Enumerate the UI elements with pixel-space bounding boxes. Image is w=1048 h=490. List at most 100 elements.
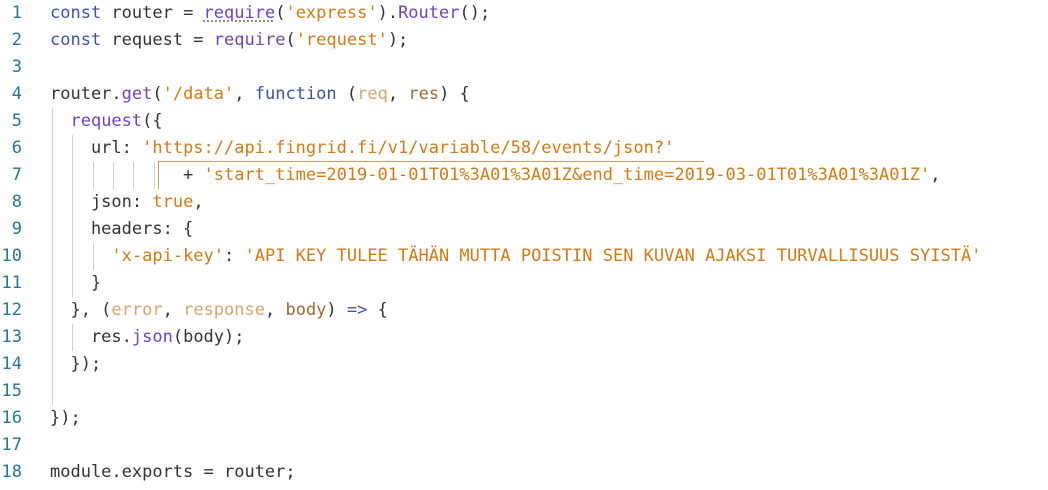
code-token: request =	[101, 30, 214, 50]
code-token: 'API KEY TULEE TÄHÄN MUTTA POISTIN SEN K…	[244, 246, 982, 266]
indent-guide	[113, 162, 114, 189]
code-token: });	[50, 408, 81, 428]
line-number: 14	[1, 354, 22, 374]
code-token: }, (	[50, 300, 112, 320]
code-text: });	[50, 351, 101, 378]
line-number: 7	[11, 165, 22, 185]
line-number: 1	[11, 3, 22, 23]
code-token: res.	[50, 327, 132, 347]
code-token: +	[50, 165, 204, 185]
code-token: (	[152, 84, 163, 104]
code-line[interactable]: 18 module.exports = router;	[0, 459, 1048, 486]
code-token: ,	[234, 84, 255, 104]
code-token: router =	[101, 3, 204, 23]
code-text: module.exports = router;	[50, 459, 296, 486]
line-number: 17	[1, 435, 22, 455]
code-line[interactable]: 5 request({	[0, 108, 1048, 135]
code-token: true	[152, 192, 194, 212]
indent-guide	[93, 243, 94, 270]
code-token: res	[408, 84, 440, 104]
code-line[interactable]: 4 router.get('/data', function (req, res)…	[0, 81, 1048, 108]
indent-guide	[154, 162, 155, 189]
code-line[interactable]: 16});	[0, 405, 1048, 432]
indent-guide	[52, 108, 53, 405]
code-token: ).	[377, 3, 399, 23]
code-line[interactable]: 3	[0, 54, 1048, 81]
code-token: const	[50, 30, 102, 50]
code-token: ) {	[439, 84, 470, 104]
highlight-box-top	[158, 161, 704, 162]
line-number: 9	[11, 219, 22, 239]
code-line[interactable]: 17	[0, 432, 1048, 459]
code-line[interactable]: 10 'x-api-key': 'API KEY TULEE TÄHÄN MUT…	[0, 243, 1048, 270]
code-text: + 'start_time=2019-01-01T01%3A01%3A01Z&e…	[50, 162, 940, 189]
code-text: router.get('/data', function (req, res) …	[50, 81, 470, 108]
code-text: 'x-api-key': 'API KEY TULEE TÄHÄN MUTTA …	[50, 243, 981, 270]
code-token: json	[131, 327, 173, 347]
line-number: 11	[1, 273, 22, 293]
code-token: 'start_time=2019-01-01T01%3A01%3A01Z&end…	[203, 165, 931, 185]
code-text: json: true,	[50, 189, 204, 216]
code-token: get	[121, 84, 153, 104]
line-number: 12	[1, 300, 22, 320]
highlight-box-side	[158, 161, 159, 189]
code-token: req	[357, 84, 388, 104]
code-line[interactable]: 15	[0, 378, 1048, 405]
line-number: 18	[1, 462, 22, 482]
indent-guide	[93, 162, 94, 189]
code-token: :	[224, 246, 245, 266]
code-token: function	[254, 84, 337, 104]
code-text: url: 'https://api.fingrid.fi/v1/variable…	[50, 135, 674, 162]
line-number: 6	[11, 138, 22, 158]
indent-guide	[72, 324, 73, 351]
code-line[interactable]: 8 json: true,	[0, 189, 1048, 216]
code-token: ,	[264, 300, 286, 320]
code-token: });	[50, 354, 102, 374]
code-text: request({	[50, 108, 163, 135]
code-token: require	[213, 30, 286, 50]
code-token: {	[367, 300, 388, 320]
code-token: 'request'	[295, 30, 388, 50]
code-token: ,	[930, 165, 941, 185]
code-token: const	[50, 3, 102, 23]
code-text: const request = require('request');	[50, 27, 408, 54]
code-text: }	[50, 270, 101, 297]
line-number: 16	[1, 408, 22, 428]
code-token: 'express'	[285, 3, 378, 23]
code-text: res.json(body);	[50, 324, 245, 351]
line-number: 15	[1, 381, 22, 401]
code-line[interactable]: 13 res.json(body);	[0, 324, 1048, 351]
indent-guide	[133, 162, 134, 189]
code-token: error	[111, 300, 163, 320]
code-line[interactable]: 14 });	[0, 351, 1048, 378]
line-number: 8	[11, 192, 22, 212]
code-token: ();	[459, 3, 491, 23]
code-token: );	[387, 30, 409, 50]
line-number: 4	[11, 84, 22, 104]
code-token: json:	[50, 192, 153, 212]
code-token: (	[285, 30, 296, 50]
code-token: (body);	[172, 327, 245, 347]
code-editor[interactable]: 1 const router = require('express').Route…	[0, 0, 1048, 490]
code-token: require	[203, 3, 276, 23]
code-token: ({	[142, 111, 163, 131]
code-token: response	[183, 300, 265, 320]
code-token: (	[336, 84, 358, 104]
code-line[interactable]: 6 url: 'https://api.fingrid.fi/v1/variab…	[0, 135, 1048, 162]
line-number: 5	[11, 111, 22, 131]
code-token: ,	[387, 84, 409, 104]
code-token: request	[70, 111, 143, 131]
code-token: '/data'	[162, 84, 235, 104]
code-token: router.	[50, 84, 122, 104]
code-line[interactable]: 1 const router = require('express').Route…	[0, 0, 1048, 27]
code-line[interactable]: 11 }	[0, 270, 1048, 297]
code-token: Router	[398, 3, 460, 23]
code-text: }, (error, response, body) => {	[50, 297, 388, 324]
code-line[interactable]: 9 headers: {	[0, 216, 1048, 243]
code-line[interactable]: 2 const request = require('request');	[0, 27, 1048, 54]
code-token: ,	[162, 300, 184, 320]
code-line[interactable]: 12 }, (error, response, body) => {	[0, 297, 1048, 324]
code-text: const router = require('express').Router…	[50, 0, 490, 27]
